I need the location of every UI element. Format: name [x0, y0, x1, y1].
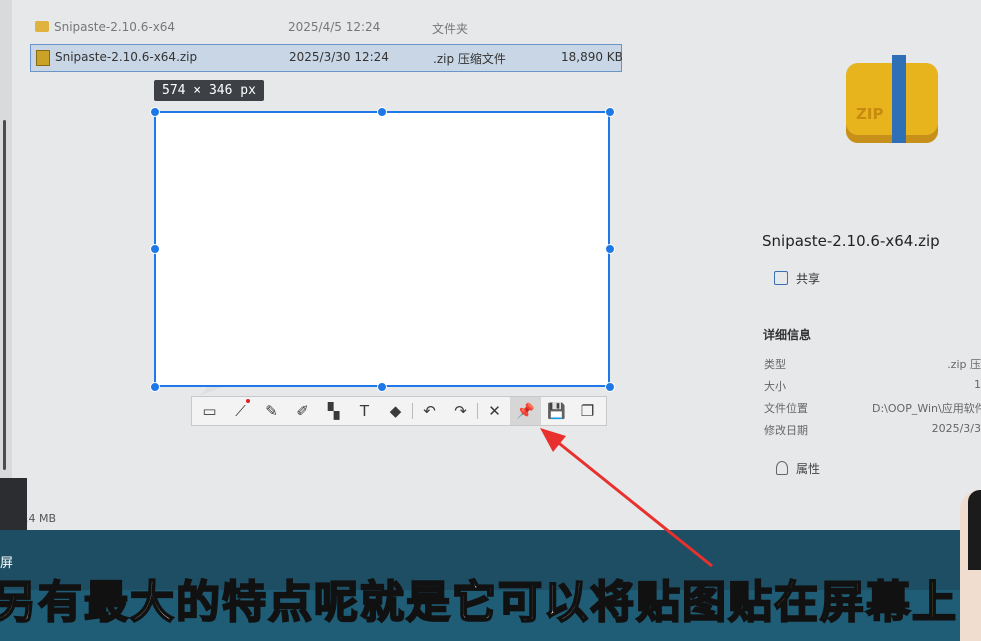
- resize-handle-top-right[interactable]: [605, 107, 615, 117]
- wrench-icon: [776, 461, 788, 475]
- snipaste-selection-area[interactable]: [154, 111, 610, 387]
- selection-size-badge: 574 × 346 px: [154, 80, 264, 101]
- resize-handle-bottom-right[interactable]: [605, 382, 615, 392]
- undo-icon: ↶: [423, 402, 436, 420]
- marker-icon: ✐: [296, 402, 309, 420]
- file-row-zip[interactable]: Snipaste-2.10.6-x64.zip 2025/3/30 12:24 …: [30, 44, 623, 72]
- active-dot: [246, 399, 250, 403]
- detail-value-size: 1: [974, 378, 981, 391]
- file-row-folder[interactable]: Snipaste-2.10.6-x64 2025/4/5 12:24 文件夹: [30, 15, 620, 41]
- file-date: 2025/4/5 12:24: [288, 20, 381, 34]
- properties-button[interactable]: 属性: [776, 460, 820, 477]
- detail-value-type: .zip 压: [947, 358, 981, 371]
- folder-icon: [35, 21, 49, 32]
- resize-handle-bottom-left[interactable]: [150, 382, 160, 392]
- presenter-hair: [968, 490, 981, 570]
- copy-button[interactable]: ❐: [572, 397, 603, 425]
- share-button[interactable]: 共享: [774, 270, 820, 287]
- resize-handle-top[interactable]: [377, 107, 387, 117]
- detail-label-location: 文件位置: [764, 402, 808, 415]
- eraser-icon: ◆: [389, 402, 402, 420]
- save-button[interactable]: 💾: [541, 397, 572, 425]
- toolbar-separator: [477, 403, 478, 419]
- detail-label-size: 大小: [764, 380, 786, 393]
- pin-icon: 📌: [516, 402, 535, 420]
- save-icon: 💾: [547, 402, 566, 420]
- file-type: 文件夹: [432, 22, 469, 36]
- share-label: 共享: [796, 272, 821, 286]
- undo-button[interactable]: ↶: [414, 397, 445, 425]
- resize-handle-right[interactable]: [605, 244, 615, 254]
- pencil-icon: ✎: [265, 402, 278, 420]
- subtitle-white-text: 另有最大的特点呢就是它可以将: [0, 576, 636, 629]
- detail-value-location: D:\OOP_Win\应用软件: [872, 402, 981, 415]
- detail-label-type: 类型: [764, 358, 786, 371]
- polyline-button[interactable]: ⟋: [225, 397, 256, 425]
- file-type: .zip 压缩文件: [433, 52, 506, 66]
- zip-file-icon: [36, 50, 50, 66]
- resize-handle-top-left[interactable]: [150, 107, 160, 117]
- pencil-button[interactable]: ✎: [256, 397, 287, 425]
- file-size: 18,890 KB: [561, 50, 623, 64]
- snipaste-toolbar: ▭ ⟋ ✎ ✐ ▚ T ◆ ↶ ↷ ✕ 📌 💾 ❐: [191, 396, 607, 426]
- close-button[interactable]: ✕: [479, 397, 510, 425]
- marker-button[interactable]: ✐: [287, 397, 318, 425]
- copy-icon: ❐: [580, 402, 595, 420]
- mosaic-icon: ▚: [327, 402, 340, 420]
- redo-button[interactable]: ↷: [445, 397, 476, 425]
- close-icon: ✕: [488, 402, 501, 420]
- rectangle-icon: ▭: [202, 402, 217, 420]
- file-date: 2025/3/30 12:24: [289, 50, 389, 64]
- eraser-button[interactable]: ◆: [380, 397, 411, 425]
- detail-value-modified: 2025/3/3: [931, 422, 981, 435]
- text-button[interactable]: T: [349, 397, 380, 425]
- pin-button[interactable]: 📌: [510, 397, 541, 425]
- rectangle-button[interactable]: ▭: [194, 397, 225, 425]
- polyline-icon: ⟋: [235, 402, 246, 420]
- toolbar-separator: [412, 403, 413, 419]
- details-section-title: 详细信息: [763, 328, 812, 342]
- subtitle-highlight-text: 贴图贴在屏幕上: [635, 576, 958, 629]
- file-name: Snipaste-2.10.6-x64: [54, 20, 176, 34]
- zip-icon-label: ZIP: [856, 105, 884, 123]
- resize-handle-left[interactable]: [150, 244, 160, 254]
- scrollbar[interactable]: [3, 120, 6, 470]
- detail-label-modified: 修改日期: [764, 424, 808, 437]
- redo-icon: ↷: [454, 402, 467, 420]
- properties-label: 属性: [796, 462, 821, 476]
- text-icon: T: [359, 402, 370, 420]
- share-icon: [774, 271, 788, 285]
- file-name: Snipaste-2.10.6-x64.zip: [55, 50, 198, 64]
- zip-archive-icon: ZIP: [846, 55, 938, 143]
- details-filename: Snipaste-2.10.6-x64.zip: [762, 232, 940, 250]
- resize-handle-bottom[interactable]: [377, 382, 387, 392]
- mosaic-button[interactable]: ▚: [318, 397, 349, 425]
- video-subtitle: 另有最大的特点呢就是它可以将贴图贴在屏幕上: [0, 568, 981, 638]
